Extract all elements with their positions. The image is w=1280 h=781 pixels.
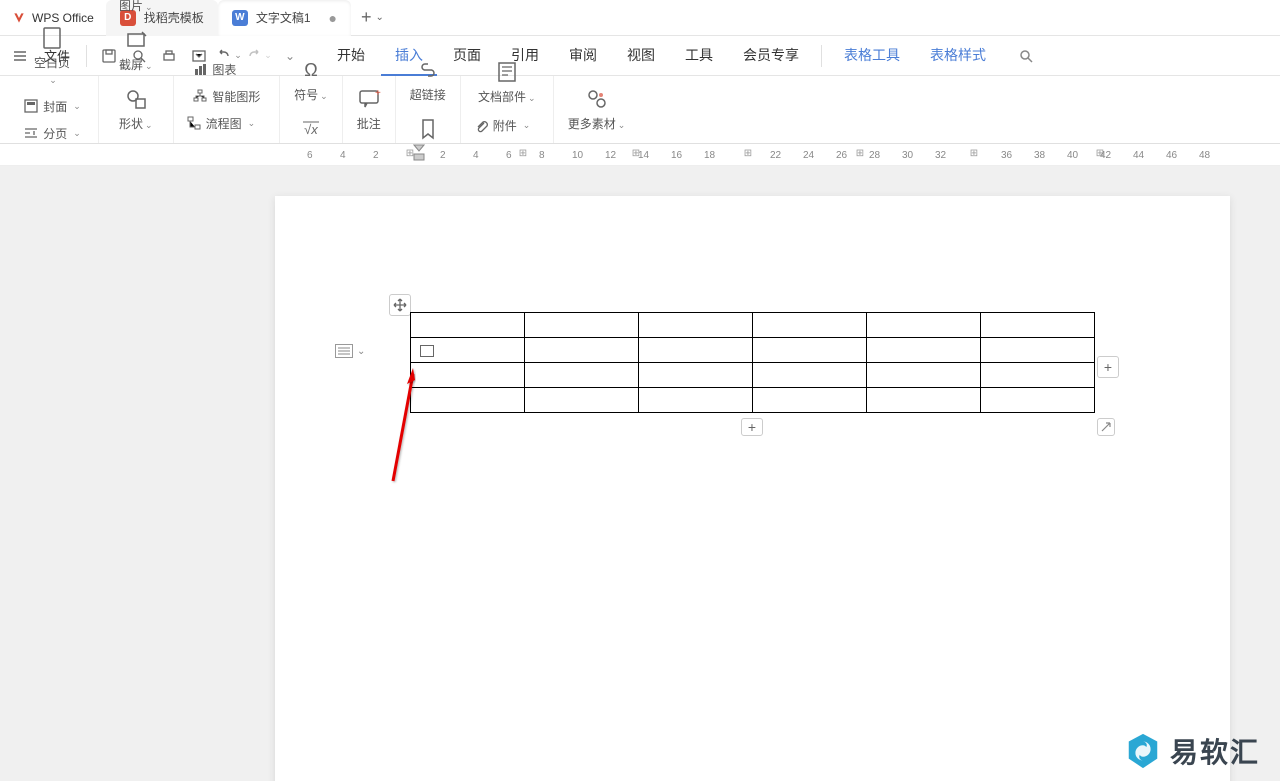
more-resources-button[interactable]: 更多素材⌄ <box>562 83 632 136</box>
tab-document[interactable]: W 文字文稿1 ● <box>218 0 351 36</box>
chart-icon <box>192 61 208 77</box>
flowchart-button[interactable]: 流程图⌄ <box>182 113 272 134</box>
flowchart-icon <box>186 115 202 131</box>
table-move-handle[interactable] <box>389 294 411 316</box>
redo-icon[interactable]: ⌄ <box>245 42 273 70</box>
menu-tab-member[interactable]: 会员专享 <box>729 36 813 76</box>
menu-tab-tools[interactable]: 工具 <box>671 36 727 76</box>
tab-document-label: 文字文稿1 <box>256 9 311 26</box>
svg-text:+: + <box>375 88 381 99</box>
svg-text:√x: √x <box>304 122 318 137</box>
workspace: ⌄ + + <box>0 166 1280 781</box>
tab-close-icon[interactable]: ● <box>329 10 337 26</box>
indent-marker[interactable] <box>413 144 425 162</box>
ruler[interactable]: 6 4 2 ⊞ 2 4 6 ⊞ 8 10 12 ⊞ 14 16 18 ⊞ 22 … <box>0 144 1280 166</box>
comment-button[interactable]: +批注 <box>351 83 387 136</box>
picture-button[interactable]: 图片⌄ <box>113 0 159 18</box>
wps-logo-icon <box>12 11 26 25</box>
bookmark-icon <box>416 117 440 141</box>
table-resize-handle[interactable] <box>1097 418 1115 436</box>
shape-icon <box>124 87 148 111</box>
shape-button[interactable]: 形状⌄ <box>113 83 159 136</box>
attachment-button[interactable]: 附件⌄ <box>469 115 545 136</box>
separator <box>821 45 822 67</box>
table-row <box>411 313 1095 338</box>
docparts-icon <box>495 60 519 84</box>
tab-marker[interactable]: ⊞ <box>855 148 865 158</box>
menu-tab-table-style[interactable]: 表格样式 <box>916 36 1000 76</box>
section-button[interactable]: 分页⌄ <box>19 123 85 144</box>
docparts-button[interactable]: 文档部件⌄ <box>472 56 542 109</box>
tab-marker[interactable]: ⊞ <box>969 148 979 158</box>
chevron-down-icon: ⌄ <box>375 12 383 23</box>
tab-marker[interactable]: ⊞ <box>518 148 528 158</box>
search-icon[interactable] <box>1012 42 1040 70</box>
more-icon <box>585 87 609 111</box>
cover-icon <box>23 98 39 114</box>
symbol-button[interactable]: Ω符号⌄ <box>288 54 334 107</box>
equation-icon: √x <box>299 117 323 141</box>
menu-tab-table-tools[interactable]: 表格工具 <box>830 36 914 76</box>
watermark-text: 易软汇 <box>1170 731 1260 771</box>
watermark: 易软汇 <box>1124 731 1260 771</box>
comment-icon: + <box>357 87 381 111</box>
hyperlink-icon <box>416 58 440 82</box>
plus-icon: + <box>361 7 372 28</box>
hyperlink-button[interactable]: 超链接 <box>404 54 452 107</box>
ribbon: 空白页⌄ 封面⌄ 分页⌄ #页码⌄ 页眉页脚 表格⌄ 图片⌄ 截屏⌄ 形状⌄ 图… <box>0 76 1280 144</box>
svg-text:Ω: Ω <box>304 60 317 80</box>
table-add-column-button[interactable]: + <box>1097 356 1119 378</box>
table-row <box>411 338 1095 363</box>
table-row <box>411 388 1095 413</box>
symbol-icon: Ω <box>299 58 323 82</box>
smartart-icon <box>192 88 208 104</box>
menu-tab-review[interactable]: 审阅 <box>555 36 611 76</box>
smartart-button[interactable]: 智能图形 <box>188 86 264 107</box>
blank-page-button[interactable]: 空白页⌄ <box>28 22 76 90</box>
cover-button[interactable]: 封面⌄ <box>19 96 85 117</box>
row-select-icon <box>335 344 353 358</box>
table-row <box>411 363 1095 388</box>
document-table[interactable] <box>410 312 1095 413</box>
tab-marker[interactable]: ⊞ <box>743 148 753 158</box>
table-add-row-button[interactable]: + <box>741 418 763 436</box>
word-doc-icon: W <box>232 10 248 26</box>
document-page[interactable]: ⌄ + + <box>275 196 1230 781</box>
screenshot-button[interactable]: 截屏⌄ <box>113 24 159 77</box>
menu-tab-view[interactable]: 视图 <box>613 36 669 76</box>
blank-page-icon <box>40 26 64 50</box>
cell-cursor <box>420 345 434 357</box>
print-icon[interactable] <box>155 42 183 70</box>
screenshot-icon <box>124 28 148 52</box>
tab-add[interactable]: + ⌄ <box>351 7 394 28</box>
chevron-down-icon: ⌄ <box>357 346 365 357</box>
separator <box>86 45 87 67</box>
watermark-logo-icon <box>1124 732 1162 770</box>
table-row-selector[interactable]: ⌄ <box>335 344 365 358</box>
section-icon <box>23 125 39 141</box>
titlebar: WPS Office D 找稻壳模板 W 文字文稿1 ● + ⌄ <box>0 0 1280 36</box>
attachment-icon <box>473 118 489 134</box>
